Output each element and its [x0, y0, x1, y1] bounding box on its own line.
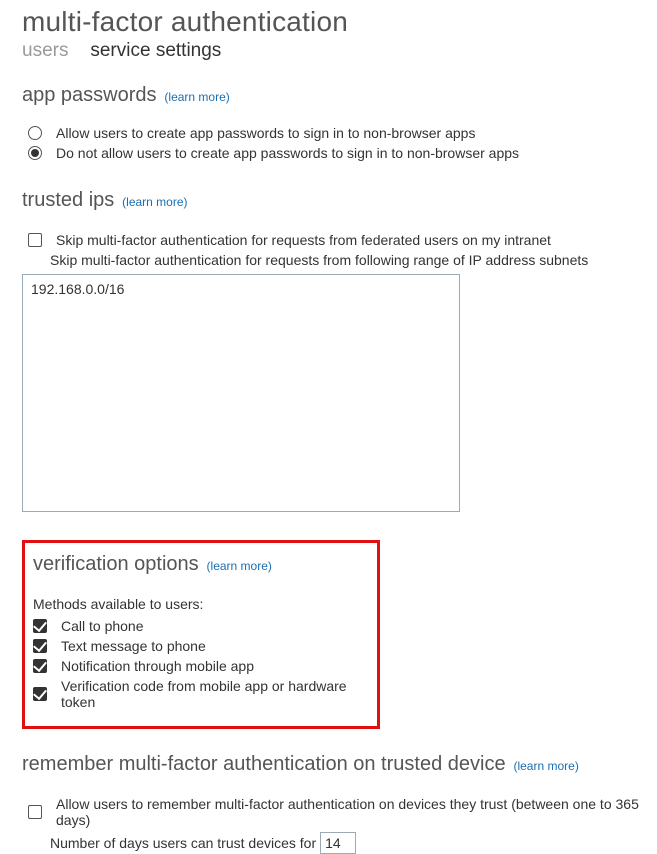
app-passwords-allow-row[interactable]: Allow users to create app passwords to s… [28, 125, 657, 141]
remember-mfa-learn-more-link[interactable]: (learn more) [513, 759, 578, 773]
verification-method-row[interactable]: Verification code from mobile app or har… [33, 678, 369, 710]
methods-available-label: Methods available to users: [33, 596, 369, 612]
verification-method-label: Notification through mobile app [61, 658, 369, 674]
skip-federated-row[interactable]: Skip multi-factor authentication for req… [28, 232, 657, 248]
checkbox-verification-method[interactable] [33, 687, 47, 701]
tab-bar: users service settings [22, 40, 657, 62]
remember-days-label: Number of days users can trust devices f… [50, 835, 316, 851]
section-trusted-ips: trusted ips (learn more) Skip multi-fact… [22, 189, 657, 512]
remember-mfa-heading: remember multi-factor authentication on … [22, 753, 506, 775]
verification-options-learn-more-link[interactable]: (learn more) [207, 559, 272, 573]
remember-days-input[interactable] [320, 832, 356, 854]
checkbox-skip-federated[interactable] [28, 233, 42, 247]
subnets-label: Skip multi-factor authentication for req… [50, 252, 657, 268]
tab-users[interactable]: users [22, 40, 68, 62]
radio-deny-label: Do not allow users to create app passwor… [56, 145, 657, 161]
checkbox-verification-method[interactable] [33, 659, 47, 673]
app-passwords-learn-more-link[interactable]: (learn more) [164, 90, 229, 104]
checkbox-remember-mfa[interactable] [28, 805, 42, 819]
section-app-passwords: app passwords (learn more) Allow users t… [22, 84, 657, 161]
app-passwords-deny-row[interactable]: Do not allow users to create app passwor… [28, 145, 657, 161]
verification-options-heading: verification options [33, 553, 199, 575]
verification-method-label: Call to phone [61, 618, 369, 634]
verification-method-row[interactable]: Text message to phone [33, 638, 369, 654]
verification-method-label: Verification code from mobile app or har… [61, 678, 369, 710]
app-passwords-heading: app passwords [22, 84, 157, 106]
section-verification-options: verification options (learn more) Method… [22, 540, 380, 729]
section-remember-mfa: remember multi-factor authentication on … [22, 753, 657, 854]
checkbox-verification-method[interactable] [33, 639, 47, 653]
page-title: multi-factor authentication [22, 6, 657, 38]
radio-allow-label: Allow users to create app passwords to s… [56, 125, 657, 141]
remember-allow-row[interactable]: Allow users to remember multi-factor aut… [28, 796, 657, 828]
ip-subnets-textarea[interactable] [22, 274, 460, 512]
verification-method-row[interactable]: Notification through mobile app [33, 658, 369, 674]
tab-service-settings[interactable]: service settings [90, 40, 221, 62]
remember-allow-label: Allow users to remember multi-factor aut… [56, 796, 657, 828]
checkbox-verification-method[interactable] [33, 619, 47, 633]
verification-method-row[interactable]: Call to phone [33, 618, 369, 634]
remember-days-row: Number of days users can trust devices f… [50, 832, 657, 854]
radio-deny-app-passwords[interactable] [28, 146, 42, 160]
radio-allow-app-passwords[interactable] [28, 126, 42, 140]
trusted-ips-learn-more-link[interactable]: (learn more) [122, 195, 187, 209]
skip-federated-label: Skip multi-factor authentication for req… [56, 232, 657, 248]
verification-method-label: Text message to phone [61, 638, 369, 654]
trusted-ips-heading: trusted ips [22, 189, 114, 211]
